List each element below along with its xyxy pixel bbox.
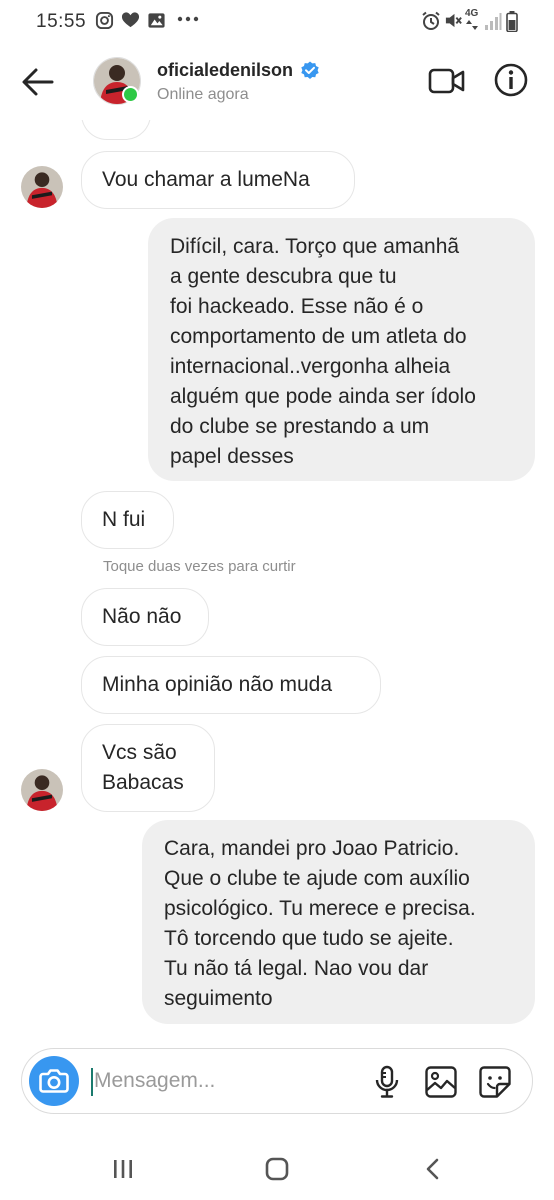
message-line: internacional..vergonha alheia [170,355,451,378]
message-line: Babacas [102,771,184,794]
message-bubble-received[interactable]: Vou chamar a lumeNa [81,151,355,209]
image-notification-icon [148,13,165,28]
message-line: Vcs são [102,741,177,764]
instagram-notification-icon [95,11,114,30]
message-bubble-sent[interactable]: Cara, mandei pro Joao Patricio. Que o cl… [142,820,535,1024]
contact-username[interactable]: oficialedenilson [157,60,293,81]
message-text: Vou chamar a lumeNa [102,168,310,191]
system-navigation-bar [0,1140,554,1200]
status-bar: 15:55 4G [0,0,554,44]
message-text: Ta [104,120,126,127]
sender-avatar[interactable] [21,166,63,208]
message-line: seguimento [164,987,273,1010]
battery-icon [506,11,518,32]
message-text: Minha opinião não muda [102,673,332,696]
message-line: Que o clube te ajude com auxílio [164,867,470,890]
data-arrows-icon [466,20,478,30]
message-line: Tô torcendo que tudo se ajeite. [164,927,454,950]
message-composer [21,1048,533,1114]
recent-apps-icon[interactable] [112,1158,134,1180]
message-bubble-received[interactable]: Não não [81,588,209,646]
more-notifications-icon [177,16,199,22]
camera-button[interactable] [29,1056,79,1106]
back-nav-icon[interactable] [423,1157,443,1181]
message-bubble-received[interactable]: Ta [81,120,151,140]
message-line: Cara, mandei pro Joao Patricio. [164,837,460,860]
message-line: Tu não tá legal. Nao vou dar [164,957,429,980]
message-line: papel desses [170,445,294,468]
message-bubble-sent[interactable]: Difícil, cara. Torço que amanhã a gente … [148,218,535,481]
message-line: alguém que pode ainda ser ídolo [170,385,476,408]
double-tap-hint: Toque duas vezes para curtir [103,558,296,575]
message-line: psicológico. Tu merece e precisa. [164,897,476,920]
message-text: N fui [102,508,146,531]
sender-avatar[interactable] [21,769,63,811]
verified-badge-icon [301,61,319,79]
avatar-photo [21,769,63,811]
message-bubble-received[interactable]: Minha opinião não muda [81,656,381,714]
message-list[interactable]: Ta Vou chamar a lumeNa Difícil, cara. To… [0,120,554,1040]
info-icon[interactable] [493,62,529,98]
sticker-icon[interactable] [478,1065,512,1099]
alarm-icon [422,11,440,30]
heart-notification-icon [121,12,140,28]
message-line: Difícil, cara. Torço que amanhã [170,235,460,258]
video-call-icon[interactable] [428,64,466,98]
chat-header: oficialedenilson Online agora [0,44,554,120]
message-line: foi hackeado. Esse não é o [170,295,424,318]
message-line: a gente descubra que tu [170,265,397,288]
signal-icon [485,13,502,30]
online-indicator [122,86,139,103]
gallery-icon[interactable] [424,1065,458,1099]
microphone-icon[interactable] [372,1065,402,1099]
message-line: do clube se prestando a um [170,415,430,438]
message-bubble-received[interactable]: N fui [81,491,174,549]
mute-icon [445,13,462,28]
message-line: comportamento de um atleta do [170,325,467,348]
contact-status: Online agora [157,86,249,103]
message-text: Não não [102,605,182,628]
text-cursor [91,1068,93,1096]
camera-icon [39,1069,69,1093]
back-arrow-icon[interactable] [20,64,56,100]
status-time: 15:55 [36,11,87,32]
message-input[interactable] [94,1063,344,1099]
home-icon[interactable] [265,1157,289,1181]
message-bubble-received[interactable]: Vcs são Babacas [81,724,215,812]
network-type-label: 4G [465,8,479,19]
avatar-photo [21,166,63,208]
